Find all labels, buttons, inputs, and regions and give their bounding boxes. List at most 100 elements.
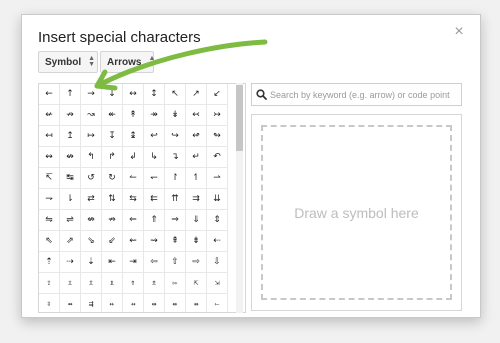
- symbol-cell[interactable]: ⇅: [102, 189, 123, 210]
- symbol-cell[interactable]: ↔: [123, 84, 144, 105]
- symbol-cell[interactable]: ⇽: [207, 294, 228, 312]
- symbol-cell[interactable]: ⇥: [123, 252, 144, 273]
- search-input[interactable]: [270, 89, 461, 100]
- symbol-cell[interactable]: ↛: [60, 105, 81, 126]
- symbol-cell[interactable]: ↮: [60, 147, 81, 168]
- symbol-cell[interactable]: ⇱: [186, 273, 207, 294]
- symbol-cell[interactable]: ↲: [123, 147, 144, 168]
- symbol-cell[interactable]: ⇡: [39, 252, 60, 273]
- symbol-cell[interactable]: ↳: [144, 147, 165, 168]
- symbol-cell[interactable]: ⇜: [123, 231, 144, 252]
- symbol-cell[interactable]: ⇺: [165, 294, 186, 312]
- symbol-cell[interactable]: ⇐: [123, 210, 144, 231]
- symbol-cell[interactable]: ⇷: [102, 294, 123, 312]
- symbol-cell[interactable]: ↧: [102, 126, 123, 147]
- symbol-cell[interactable]: →: [81, 84, 102, 105]
- symbol-cell[interactable]: ↹: [60, 168, 81, 189]
- symbol-cell[interactable]: ↦: [81, 126, 102, 147]
- symbol-cell[interactable]: ↣: [207, 105, 228, 126]
- symbol-cell[interactable]: ⇟: [186, 231, 207, 252]
- symbol-cell[interactable]: ↪: [165, 126, 186, 147]
- symbol-cell[interactable]: ⇴: [60, 294, 81, 312]
- symbol-cell[interactable]: ⇓: [186, 210, 207, 231]
- symbol-cell[interactable]: ↟: [123, 105, 144, 126]
- symbol-cell[interactable]: ⇫: [60, 273, 81, 294]
- symbol-cell[interactable]: ↞: [102, 105, 123, 126]
- symbol-cell[interactable]: ⇊: [207, 189, 228, 210]
- symbol-cell[interactable]: ↴: [165, 147, 186, 168]
- symbol-cell[interactable]: ⇒: [165, 210, 186, 231]
- symbol-cell[interactable]: ⇣: [81, 252, 102, 273]
- symbol-cell[interactable]: ⇘: [81, 231, 102, 252]
- symbol-cell[interactable]: ⇧: [165, 252, 186, 273]
- symbol-cell[interactable]: ↸: [39, 168, 60, 189]
- symbol-cell[interactable]: ⇀: [207, 168, 228, 189]
- symbol-cell[interactable]: ↿: [186, 168, 207, 189]
- symbol-cell[interactable]: ↙: [207, 84, 228, 105]
- symbol-cell[interactable]: ⇙: [102, 231, 123, 252]
- symbol-cell[interactable]: ⇻: [186, 294, 207, 312]
- symbol-cell[interactable]: ↥: [60, 126, 81, 147]
- symbol-cell[interactable]: ↶: [207, 147, 228, 168]
- symbol-cell[interactable]: ↠: [144, 105, 165, 126]
- symbol-cell[interactable]: ⇦: [144, 252, 165, 273]
- symbol-cell[interactable]: ↵: [186, 147, 207, 168]
- symbol-cell[interactable]: ⇠: [207, 231, 228, 252]
- symbol-cell[interactable]: ↺: [81, 168, 102, 189]
- symbol-cell[interactable]: ⇶: [81, 294, 102, 312]
- symbol-cell[interactable]: ↰: [81, 147, 102, 168]
- symbol-cell[interactable]: ↗: [186, 84, 207, 105]
- symbol-cell[interactable]: ↢: [186, 105, 207, 126]
- symbol-cell[interactable]: ↡: [165, 105, 186, 126]
- symbol-cell[interactable]: ↝: [81, 105, 102, 126]
- symbol-cell[interactable]: ⇉: [186, 189, 207, 210]
- symbol-cell[interactable]: ⇝: [144, 231, 165, 252]
- symbol-cell[interactable]: ⇰: [165, 273, 186, 294]
- symbol-cell[interactable]: ⇆: [123, 189, 144, 210]
- symbol-cell[interactable]: ⇪: [39, 273, 60, 294]
- symbol-cell[interactable]: ⇨: [186, 252, 207, 273]
- symbol-cell[interactable]: ⇞: [165, 231, 186, 252]
- symbol-cell[interactable]: ⇄: [81, 189, 102, 210]
- symbol-cell[interactable]: ⇭: [102, 273, 123, 294]
- symbol-cell[interactable]: ↖: [165, 84, 186, 105]
- symbol-cell[interactable]: ⇂: [60, 189, 81, 210]
- subcategory-dropdown[interactable]: Arrows ▲ ▼: [100, 51, 155, 73]
- symbol-cell[interactable]: ↚: [39, 105, 60, 126]
- symbol-cell[interactable]: ↕: [144, 84, 165, 105]
- symbol-cell[interactable]: ↱: [102, 147, 123, 168]
- symbol-cell[interactable]: ↼: [123, 168, 144, 189]
- symbol-cell[interactable]: ⇎: [81, 210, 102, 231]
- symbol-cell[interactable]: ⇈: [165, 189, 186, 210]
- symbol-cell[interactable]: ⇇: [144, 189, 165, 210]
- symbol-cell[interactable]: ⇏: [102, 210, 123, 231]
- symbol-cell[interactable]: ←: [39, 84, 60, 105]
- symbol-cell[interactable]: ⇌: [60, 210, 81, 231]
- symbol-cell[interactable]: ↻: [102, 168, 123, 189]
- symbol-cell[interactable]: ⇮: [123, 273, 144, 294]
- search-box[interactable]: [251, 83, 462, 106]
- close-icon[interactable]: ×: [452, 24, 466, 40]
- symbol-cell[interactable]: ↑: [60, 84, 81, 105]
- symbol-cell[interactable]: ⇬: [81, 273, 102, 294]
- symbol-cell[interactable]: ↫: [186, 126, 207, 147]
- symbol-cell[interactable]: ↩: [144, 126, 165, 147]
- symbol-cell[interactable]: ⇲: [207, 273, 228, 294]
- symbol-cell[interactable]: ↨: [123, 126, 144, 147]
- symbol-cell[interactable]: ⇕: [207, 210, 228, 231]
- draw-canvas[interactable]: Draw a symbol here: [261, 125, 452, 300]
- symbol-cell[interactable]: ⇋: [39, 210, 60, 231]
- symbol-cell[interactable]: ⇖: [39, 231, 60, 252]
- symbol-grid-scrollbar[interactable]: [236, 83, 243, 313]
- symbol-cell[interactable]: ⇯: [144, 273, 165, 294]
- symbol-cell[interactable]: ⇩: [207, 252, 228, 273]
- symbol-cell[interactable]: ↽: [144, 168, 165, 189]
- symbol-cell[interactable]: ⇁: [39, 189, 60, 210]
- symbol-cell[interactable]: ⇸: [123, 294, 144, 312]
- symbol-cell[interactable]: ⇢: [60, 252, 81, 273]
- symbol-cell[interactable]: ↓: [102, 84, 123, 105]
- category-dropdown[interactable]: Symbol ▲ ▼: [38, 51, 98, 73]
- symbol-cell[interactable]: ↤: [39, 126, 60, 147]
- symbol-cell[interactable]: ↾: [165, 168, 186, 189]
- symbol-cell[interactable]: ↭: [39, 147, 60, 168]
